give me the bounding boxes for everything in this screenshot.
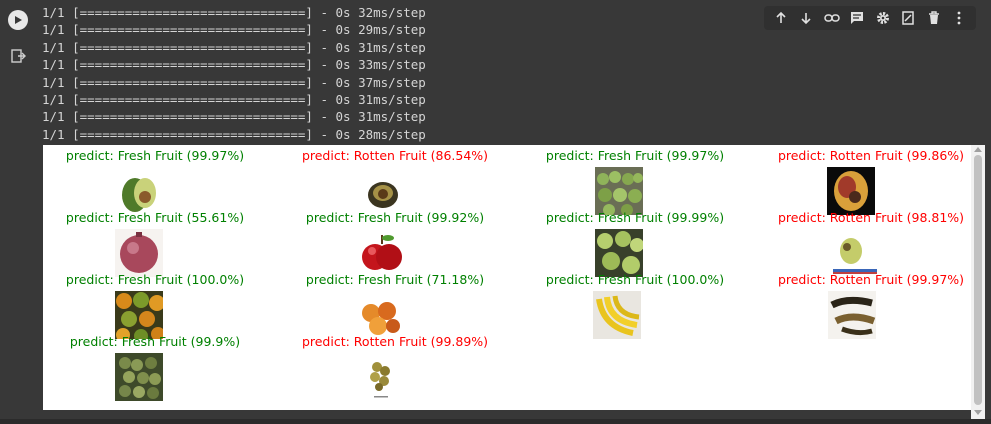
prediction-item: predict: Rotten Fruit (99.86%) [755, 145, 987, 215]
prediction-label: predict: Fresh Fruit (71.18%) [305, 272, 485, 287]
more-icon[interactable] [950, 9, 968, 27]
prediction-label: predict: Fresh Fruit (99.97%) [65, 148, 245, 163]
delete-icon[interactable] [925, 9, 943, 27]
prediction-label: predict: Rotten Fruit (99.86%) [777, 148, 965, 163]
prediction-figure: predict: Fresh Fruit (99.97%) predict: Ro… [43, 145, 971, 410]
prediction-label: predict: Fresh Fruit (100.0%) [65, 272, 245, 287]
move-up-icon[interactable] [772, 9, 790, 27]
prediction-item: predict: Fresh Fruit (99.97%) [519, 145, 751, 215]
prediction-item: predict: Fresh Fruit (55.61%) [39, 207, 271, 277]
play-icon [15, 16, 22, 24]
prediction-item: predict: Fresh Fruit (100.0%) [39, 269, 271, 339]
log-line: 1/1 [==============================] - 0… [42, 57, 426, 73]
clear-output-icon[interactable] [10, 48, 26, 64]
guava-pile-photo [595, 229, 643, 277]
rotten-grapes-photo [357, 353, 405, 401]
prediction-item: predict: Rotten Fruit (99.97%) [755, 269, 987, 339]
log-line: 1/1 [==============================] - 0… [42, 39, 426, 55]
prediction-item: predict: Rotten Fruit (86.54%) [279, 145, 511, 215]
cell-gutter [0, 0, 36, 424]
prediction-label: predict: Rotten Fruit (99.89%) [301, 334, 489, 349]
bananas-photo [593, 291, 641, 339]
cell-toolbar [764, 6, 976, 30]
log-line: 1/1 [==============================] - 0… [42, 74, 426, 90]
link-icon[interactable] [823, 9, 841, 27]
prediction-item: predict: Fresh Fruit (71.18%) [279, 269, 511, 339]
prediction-label: predict: Fresh Fruit (55.61%) [65, 210, 245, 225]
log-line: 1/1 [==============================] - 0… [42, 126, 426, 142]
prediction-label: predict: Fresh Fruit (100.0%) [545, 272, 725, 287]
prediction-item: predict: Fresh Fruit (100.0%) [519, 269, 751, 339]
rotten-mango-photo [827, 167, 875, 215]
red-apple-photo [358, 229, 406, 277]
pomegranate-photo [115, 229, 163, 277]
move-down-icon[interactable] [797, 9, 815, 27]
prediction-label: predict: Fresh Fruit (99.99%) [545, 210, 725, 225]
oranges-photo [115, 291, 163, 339]
prediction-item: predict: Rotten Fruit (98.81%) [755, 207, 987, 277]
prediction-label: predict: Rotten Fruit (98.81%) [777, 210, 965, 225]
rotten-guava-photo [829, 229, 877, 277]
prediction-label: predict: Fresh Fruit (99.9%) [69, 334, 241, 349]
prediction-item: predict: Fresh Fruit (99.9%) [39, 331, 271, 401]
rotten-banana-photo [828, 291, 876, 339]
prediction-item: predict: Rotten Fruit (99.89%) [279, 331, 511, 401]
training-log: 1/1 [==============================] - 0… [42, 4, 426, 143]
prediction-label: predict: Rotten Fruit (86.54%) [301, 148, 489, 163]
prediction-label: predict: Fresh Fruit (99.92%) [305, 210, 485, 225]
prediction-label: predict: Rotten Fruit (99.97%) [777, 272, 965, 287]
prediction-item: predict: Fresh Fruit (99.97%) [39, 145, 271, 215]
rotten-avocado-photo [359, 167, 407, 215]
comment-icon[interactable] [848, 9, 866, 27]
apricots-photo [356, 291, 404, 339]
run-cell-button[interactable] [8, 10, 28, 30]
log-line: 1/1 [==============================] - 0… [42, 22, 426, 38]
cell-divider [0, 419, 991, 424]
log-line: 1/1 [==============================] - 0… [42, 5, 426, 20]
log-line: 1/1 [==============================] - 0… [42, 92, 426, 108]
guava-crate-photo [595, 167, 643, 215]
prediction-label: predict: Fresh Fruit (99.97%) [545, 148, 725, 163]
log-line: 1/1 [==============================] - 0… [42, 109, 426, 125]
mirror-cell-icon[interactable] [899, 9, 917, 27]
grapes-photo [115, 353, 163, 401]
settings-icon[interactable] [874, 9, 892, 27]
notebook-cell-output: 1/1 [==============================] - 0… [36, 0, 971, 424]
prediction-item: predict: Fresh Fruit (99.92%) [279, 207, 511, 277]
avocado-photo [115, 167, 163, 215]
scroll-down-arrow-icon[interactable] [974, 410, 982, 415]
prediction-item: predict: Fresh Fruit (99.99%) [519, 207, 751, 277]
